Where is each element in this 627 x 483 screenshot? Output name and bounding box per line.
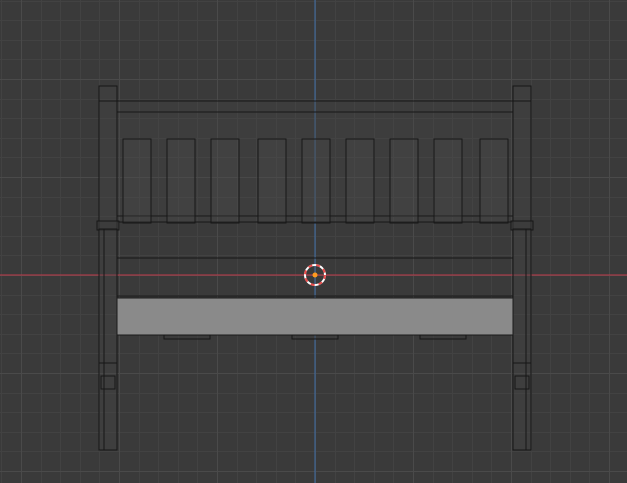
right-leg[interactable] [512,228,532,451]
left-back-post[interactable] [98,85,118,231]
back-slat[interactable] [257,138,287,224]
right-back-post[interactable] [512,85,532,231]
back-slat[interactable] [479,138,509,224]
3d-viewport[interactable] [0,0,627,483]
viewport-background [0,0,627,483]
back-slat[interactable] [433,138,463,224]
seat-face-selected[interactable] [116,297,514,336]
seat-bracket [419,334,467,340]
seat-bracket [163,334,211,340]
back-slat[interactable] [210,138,240,224]
seat-bracket [291,334,339,340]
left-leg[interactable] [98,228,118,451]
back-slat[interactable] [166,138,196,224]
back-slat[interactable] [122,138,152,224]
viewport-canvas[interactable] [0,0,627,483]
back-slat[interactable] [345,138,375,224]
back-slat[interactable] [301,138,331,224]
back-slat[interactable] [389,138,419,224]
